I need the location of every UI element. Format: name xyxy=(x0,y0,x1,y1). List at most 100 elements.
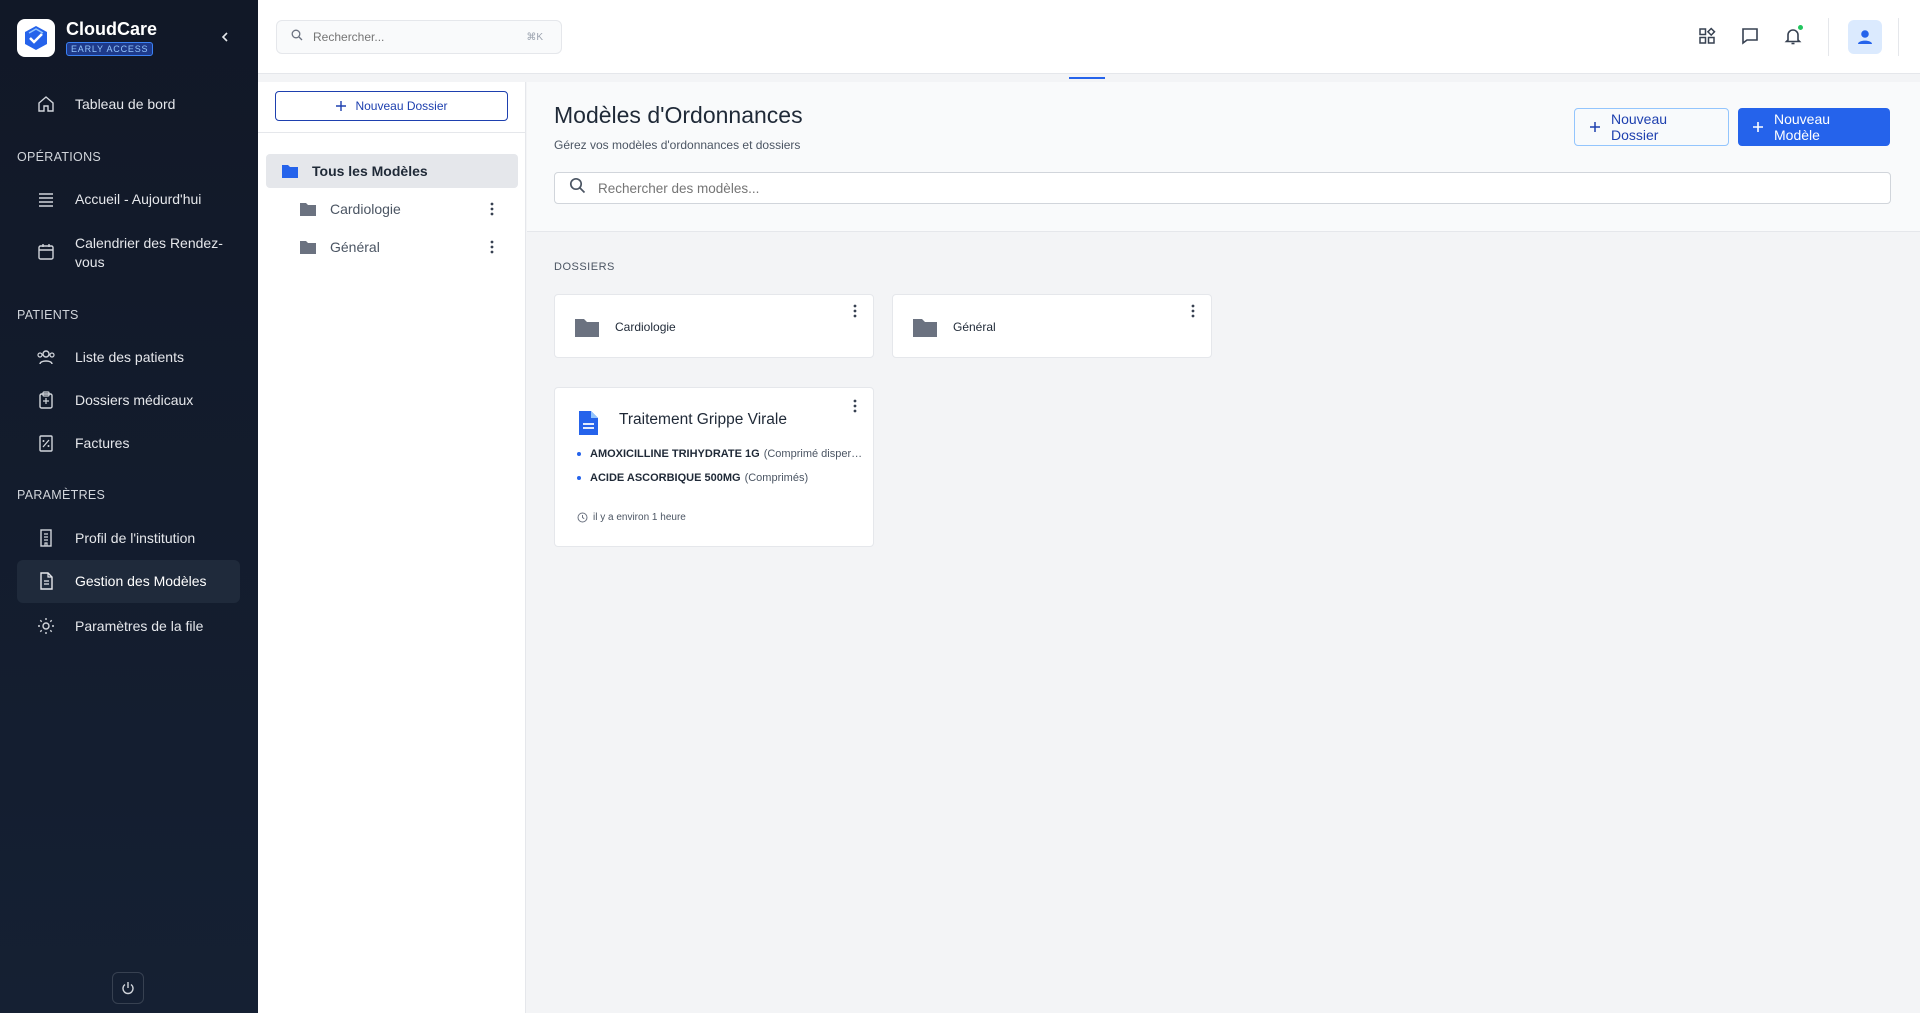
topbar-divider xyxy=(1898,18,1899,56)
model-search-input[interactable] xyxy=(598,180,1798,196)
new-model-label: Nouveau Modèle xyxy=(1774,111,1831,143)
search-icon xyxy=(569,177,586,199)
global-search[interactable]: ⌘K xyxy=(276,20,562,54)
cloudcare-logo-icon xyxy=(17,19,55,57)
medication-name: ACIDE ASCORBIQUE 500MG xyxy=(590,472,741,484)
document-icon xyxy=(36,571,56,591)
sidebar-item-label: Gestion des Modèles xyxy=(75,573,207,589)
model-updated-time: il y a environ 1 heure xyxy=(577,512,686,523)
messages-button[interactable] xyxy=(1736,22,1764,50)
tree-item-cardiologie[interactable]: Cardiologie xyxy=(266,192,518,226)
notifications-button[interactable] xyxy=(1779,22,1807,50)
more-vertical-icon[interactable] xyxy=(484,201,500,217)
more-vertical-icon[interactable] xyxy=(847,398,863,414)
plus-icon xyxy=(1752,121,1764,133)
more-vertical-icon[interactable] xyxy=(847,303,863,319)
new-model-button[interactable]: Nouveau Modèle xyxy=(1738,108,1890,146)
sidebar-item-dashboard[interactable]: Tableau de bord xyxy=(17,88,240,120)
sidebar-item-medical-records[interactable]: Dossiers médicaux xyxy=(17,384,240,416)
section-title-settings: PARAMÈTRES xyxy=(17,488,106,502)
medication-form: (Comprimé dispersible) xyxy=(763,448,867,460)
clock-icon xyxy=(577,512,588,523)
sidebar-item-label: Tableau de bord xyxy=(75,95,176,112)
sidebar-item-label: Accueil - Aujourd'hui xyxy=(75,190,202,207)
sidebar-item-queue-settings[interactable]: Paramètres de la file xyxy=(17,610,240,642)
notification-dot xyxy=(1797,24,1804,31)
brand-name: CloudCare xyxy=(66,19,158,39)
app-window: CloudCare EARLY ACCESS Tableau de bord O… xyxy=(0,0,1920,1013)
document-icon xyxy=(577,410,599,441)
user-avatar-button[interactable] xyxy=(1848,20,1882,54)
tree-item-label: Cardiologie xyxy=(330,201,401,217)
chat-icon xyxy=(1742,28,1758,45)
invoice-icon xyxy=(36,433,56,453)
templates-main: Modèles d'Ordonnances Gérez vos modèles … xyxy=(527,82,1920,1013)
chevron-left-icon xyxy=(221,32,228,42)
building-icon xyxy=(36,528,56,548)
folder-card-label: Cardiologie xyxy=(615,320,676,334)
search-icon xyxy=(291,28,303,46)
medication-item: ACIDE ASCORBIQUE 500MG (Comprimés) xyxy=(577,472,867,484)
power-icon xyxy=(122,982,134,995)
folder-icon xyxy=(299,201,317,217)
sidebar-item-label: Liste des patients xyxy=(75,348,184,365)
sidebar-item-institution-profile[interactable]: Profil de l'institution xyxy=(17,522,240,554)
section-title-patients: PATIENTS xyxy=(17,308,79,322)
medication-form: (Comprimés) xyxy=(744,472,809,484)
folder-icon xyxy=(281,163,299,179)
active-tab-indicator xyxy=(1069,77,1105,79)
more-vertical-icon[interactable] xyxy=(484,239,500,255)
sidebar-item-label: Dossiers médicaux xyxy=(75,391,194,408)
sidebar-item-label: Calendrier des Rendez-vous xyxy=(75,235,223,270)
bullet xyxy=(577,452,581,456)
brand[interactable]: CloudCare EARLY ACCESS xyxy=(17,18,157,58)
logout-button[interactable] xyxy=(112,972,144,1004)
model-search[interactable] xyxy=(554,172,1891,204)
sidebar: CloudCare EARLY ACCESS Tableau de bord O… xyxy=(0,0,258,1013)
list-icon xyxy=(36,189,56,209)
folder-tree-panel: Nouveau Dossier Tous les Modèles Cardiol… xyxy=(258,82,526,1013)
folder-icon xyxy=(912,317,938,343)
apps-button[interactable] xyxy=(1693,22,1721,50)
folder-icon xyxy=(299,239,317,255)
new-folder-button[interactable]: Nouveau Dossier xyxy=(275,91,508,121)
folder-icon xyxy=(574,317,600,343)
calendar-icon xyxy=(36,242,56,262)
users-icon xyxy=(36,347,56,367)
collapse-sidebar-button[interactable] xyxy=(214,26,236,48)
home-icon xyxy=(36,94,56,114)
topbar-divider xyxy=(1828,18,1829,56)
sidebar-item-patients-list[interactable]: Liste des patients xyxy=(17,341,240,373)
global-search-input[interactable] xyxy=(313,30,513,44)
tree-item-label: Tous les Modèles xyxy=(312,163,428,179)
medication-item: AMOXICILLINE TRIHYDRATE 1G (Comprimé dis… xyxy=(577,448,867,460)
sidebar-item-invoices[interactable]: Factures xyxy=(17,427,240,459)
folder-card-label: Général xyxy=(953,320,996,334)
model-updated-label: il y a environ 1 heure xyxy=(593,512,686,523)
plus-icon xyxy=(1589,121,1601,133)
new-folder-header-label: Nouveau Dossier xyxy=(1611,111,1668,143)
page-title: Modèles d'Ordonnances xyxy=(554,102,803,128)
tree-item-all-models[interactable]: Tous les Modèles xyxy=(266,154,518,188)
new-folder-label: Nouveau Dossier xyxy=(355,99,448,113)
folder-card-cardiologie[interactable]: Cardiologie xyxy=(554,294,874,358)
page-subtitle: Gérez vos modèles d'ordonnances et dossi… xyxy=(554,138,801,152)
section-title-operations: OPÉRATIONS xyxy=(17,150,102,164)
sidebar-item-label: Paramètres de la file xyxy=(75,617,204,634)
sidebar-item-calendar[interactable]: Calendrier des Rendez-vous xyxy=(17,230,240,274)
new-folder-header-button[interactable]: Nouveau Dossier xyxy=(1574,108,1729,146)
tree-item-label: Général xyxy=(330,239,380,255)
sidebar-item-label: Profil de l'institution xyxy=(75,529,196,546)
sidebar-item-today[interactable]: Accueil - Aujourd'hui xyxy=(17,183,240,215)
apps-grid-icon xyxy=(1699,27,1716,44)
folder-card-general[interactable]: Général xyxy=(892,294,1212,358)
more-vertical-icon[interactable] xyxy=(1185,303,1201,319)
model-card[interactable]: Traitement Grippe Virale AMOXICILLINE TR… xyxy=(554,387,874,547)
early-access-badge: EARLY ACCESS xyxy=(66,42,154,56)
sidebar-item-label: Factures xyxy=(75,434,130,451)
search-shortcut: ⌘K xyxy=(526,31,543,43)
tree-item-general[interactable]: Général xyxy=(266,230,518,264)
panel-divider xyxy=(258,132,526,133)
sidebar-item-templates[interactable]: Gestion des Modèles xyxy=(17,560,240,603)
bullet xyxy=(577,476,581,480)
